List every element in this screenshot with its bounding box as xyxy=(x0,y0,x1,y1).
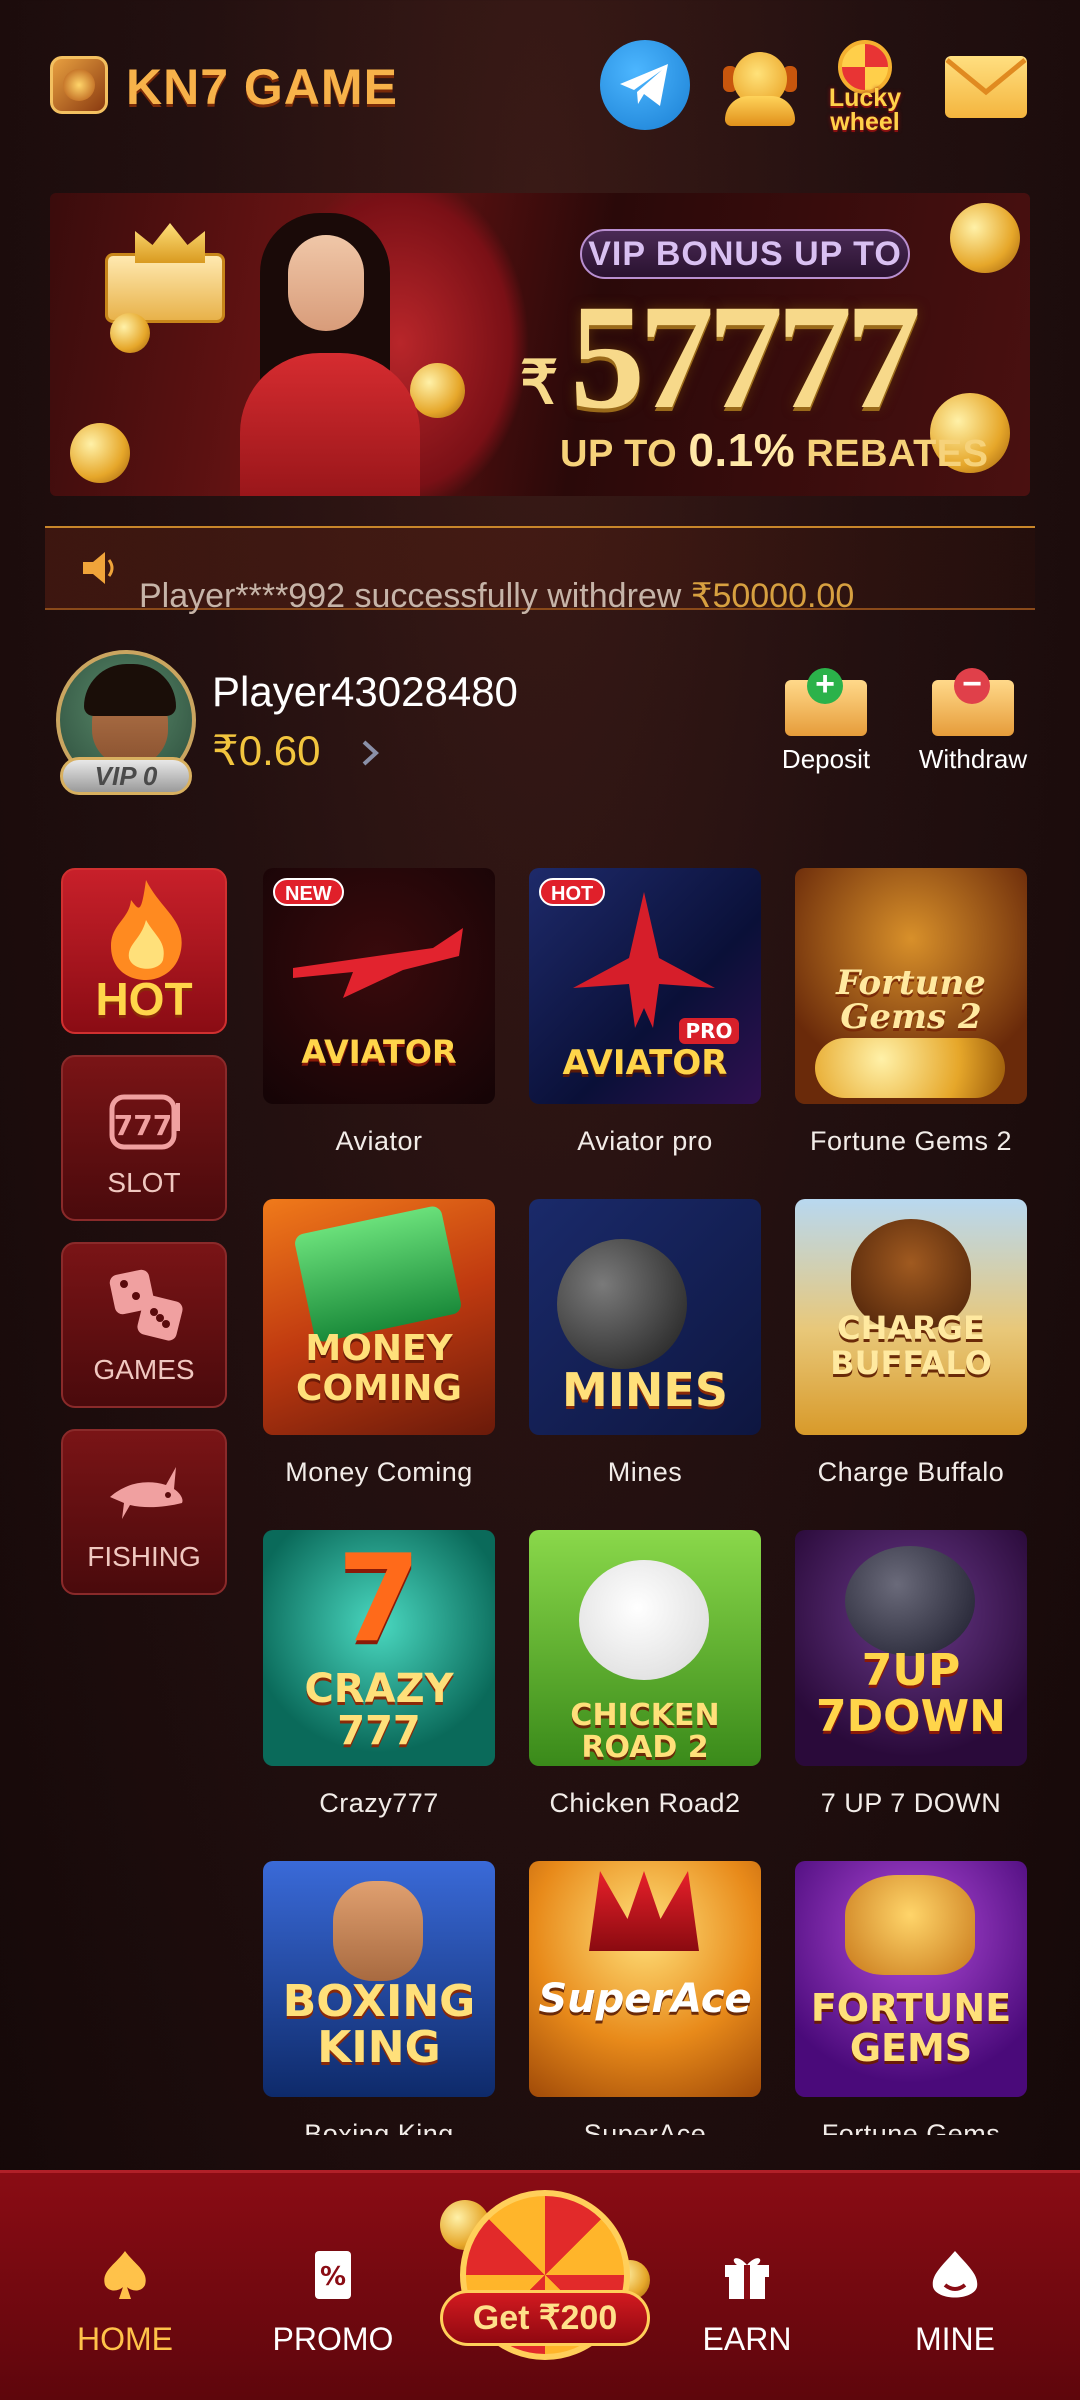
game-thumbnail: Fortune Gems 2 xyxy=(795,868,1027,1104)
game-thumbnail: BOXING KING xyxy=(263,1861,495,2097)
game-title: Money Coming xyxy=(285,1457,473,1487)
game-card-boxing-king[interactable]: BOXING KING Boxing King xyxy=(263,1861,495,2135)
shark-icon xyxy=(110,1467,183,1519)
category-slot-label: SLOT xyxy=(107,1167,181,1198)
profile-drop-icon xyxy=(932,2251,978,2298)
game-thumbnail: CHICKEN ROAD 2 xyxy=(529,1530,761,1766)
game-title: Fortune Gems 2 xyxy=(809,1126,1013,1156)
bomb-icon xyxy=(557,1239,687,1369)
gift-box-image xyxy=(105,253,225,323)
withdrawal-marquee: Player****992 successfully withdrew ₹500… xyxy=(45,526,1035,615)
game-thumbnail: 7UP 7DOWN xyxy=(795,1530,1027,1766)
lucky-wheel-label: Lucky wheel xyxy=(828,84,902,136)
game-card-charge-buffalo[interactable]: CHARGE BUFFALO Charge Buffalo xyxy=(795,1199,1027,1488)
deposit-button[interactable]: + Deposit xyxy=(766,667,886,775)
game-card-superace[interactable]: SuperAce SuperAce xyxy=(529,1861,761,2135)
banner-model-image xyxy=(230,213,430,496)
game-card-chicken-road2[interactable]: CHICKEN ROAD 2 Chicken Road2 xyxy=(529,1530,761,1819)
game-thumbnail: CHARGE BUFFALO xyxy=(795,1199,1027,1435)
nav-home[interactable]: HOME xyxy=(45,2173,205,2400)
player-balance: ₹0.60 xyxy=(212,727,321,774)
jet-icon xyxy=(573,892,715,1028)
game-card-money-coming[interactable]: MONEY COMING Money Coming xyxy=(263,1199,495,1488)
withdraw-icon: − xyxy=(932,667,1014,736)
marquee-message: Player****992 successfully withdrew ₹500… xyxy=(139,577,855,615)
category-games-label: GAMES xyxy=(93,1354,195,1385)
game-thumbnail: FORTUNE GEMS xyxy=(795,1861,1027,2097)
lucky-wheel-button[interactable]: Lucky wheel xyxy=(820,40,910,135)
seven-icon: 7 xyxy=(337,1530,421,1669)
nav-promo[interactable]: % PROMO xyxy=(253,2173,413,2400)
category-fishing-label: FISHING xyxy=(87,1541,201,1572)
vip-level-badge[interactable]: VIP 0 xyxy=(60,757,192,795)
game-card-aviator-pro[interactable]: HOT AVIATOR PRO Aviator pro xyxy=(529,868,761,1157)
jester-hat-icon xyxy=(589,1871,699,1951)
banner-rebate: UP TO 0.1% REBATES xyxy=(560,424,989,476)
boxer-image xyxy=(333,1881,423,1981)
slot-machine-icon: 777 xyxy=(109,1094,180,1150)
game-title: Crazy777 xyxy=(319,1788,439,1818)
dice-dome-image xyxy=(845,1546,975,1656)
vip-bonus-banner[interactable]: VIP BONUS UP TO ₹ 57777 UP TO 0.1% REBAT… xyxy=(50,193,1030,496)
player-name: Player43028480 xyxy=(212,668,518,715)
nav-earn[interactable]: EARN xyxy=(667,2173,827,2400)
dice-icon xyxy=(109,1269,183,1341)
app-header: KN7 GAME Lucky wheel xyxy=(0,0,1080,180)
app-logo xyxy=(50,56,108,114)
category-slot[interactable]: 777 SLOT xyxy=(61,1055,227,1221)
game-title: Aviator pro xyxy=(577,1126,713,1156)
spin-wheel-bonus-button[interactable]: Get ₹200 xyxy=(440,2180,650,2360)
deposit-icon: + xyxy=(785,667,867,736)
game-title: Chicken Road2 xyxy=(549,1788,741,1818)
banner-currency: ₹ xyxy=(520,349,559,416)
flame-icon xyxy=(111,880,182,980)
category-hot[interactable]: HOT xyxy=(61,868,227,1034)
game-card-crazy777[interactable]: 7 CRAZY 777 Crazy777 xyxy=(263,1530,495,1819)
game-thumbnail: MINES xyxy=(529,1199,761,1435)
game-title: Fortune Gems xyxy=(821,2119,1001,2135)
gift-icon xyxy=(725,2258,769,2299)
game-card-fortune-gems[interactable]: FORTUNE GEMS Fortune Gems xyxy=(795,1861,1027,2135)
deposit-label: Deposit xyxy=(781,744,871,774)
brand-title: KN7 GAME xyxy=(126,59,398,115)
game-card-aviator[interactable]: NEW AVIATOR Aviator xyxy=(263,868,495,1157)
customer-support-icon[interactable] xyxy=(715,40,805,130)
game-title: SuperAce xyxy=(583,2119,707,2135)
speaker-icon xyxy=(83,552,114,584)
chevron-right-icon[interactable] xyxy=(358,738,384,768)
game-title: Boxing King xyxy=(304,2119,454,2135)
airplane-icon xyxy=(293,928,463,998)
game-title: Mines xyxy=(607,1457,683,1487)
game-thumbnail: MONEY COMING xyxy=(263,1199,495,1435)
svg-text:777: 777 xyxy=(114,1109,172,1142)
chicken-image xyxy=(579,1560,709,1680)
category-hot-label: HOT xyxy=(95,973,193,1025)
banner-amount: 57777 xyxy=(570,274,921,440)
game-thumbnail: NEW AVIATOR xyxy=(263,868,495,1104)
game-title: 7 UP 7 DOWN xyxy=(820,1788,1002,1818)
mail-icon[interactable] xyxy=(945,56,1027,118)
game-thumbnail: HOT AVIATOR PRO xyxy=(529,868,761,1104)
game-card-fortune-gems-2[interactable]: Fortune Gems 2 Fortune Gems 2 xyxy=(795,868,1027,1157)
game-thumbnail: SuperAce xyxy=(529,1861,761,2097)
withdraw-button[interactable]: − Withdraw xyxy=(913,667,1033,775)
game-card-7up-7down[interactable]: 7UP 7DOWN 7 UP 7 DOWN xyxy=(795,1530,1027,1819)
coupon-icon: % xyxy=(315,2251,351,2299)
game-title: Charge Buffalo xyxy=(817,1457,1005,1487)
golden-mask-image xyxy=(845,1875,975,1975)
game-thumbnail: 7 CRAZY 777 xyxy=(263,1530,495,1766)
telegram-icon[interactable] xyxy=(600,40,690,130)
nav-mine[interactable]: MINE xyxy=(875,2173,1035,2400)
game-title: Aviator xyxy=(335,1126,423,1156)
category-games[interactable]: GAMES xyxy=(61,1242,227,1408)
spin-bonus-label: Get ₹200 xyxy=(440,2290,650,2346)
new-badge: NEW xyxy=(273,878,344,906)
svg-text:%: % xyxy=(320,2262,346,2292)
withdraw-label: Withdraw xyxy=(918,744,1028,774)
category-fishing[interactable]: FISHING xyxy=(61,1429,227,1595)
spade-icon xyxy=(104,2251,146,2299)
hot-badge: HOT xyxy=(539,878,606,906)
game-card-mines[interactable]: MINES Mines xyxy=(529,1199,761,1488)
crown-icon xyxy=(135,223,205,263)
